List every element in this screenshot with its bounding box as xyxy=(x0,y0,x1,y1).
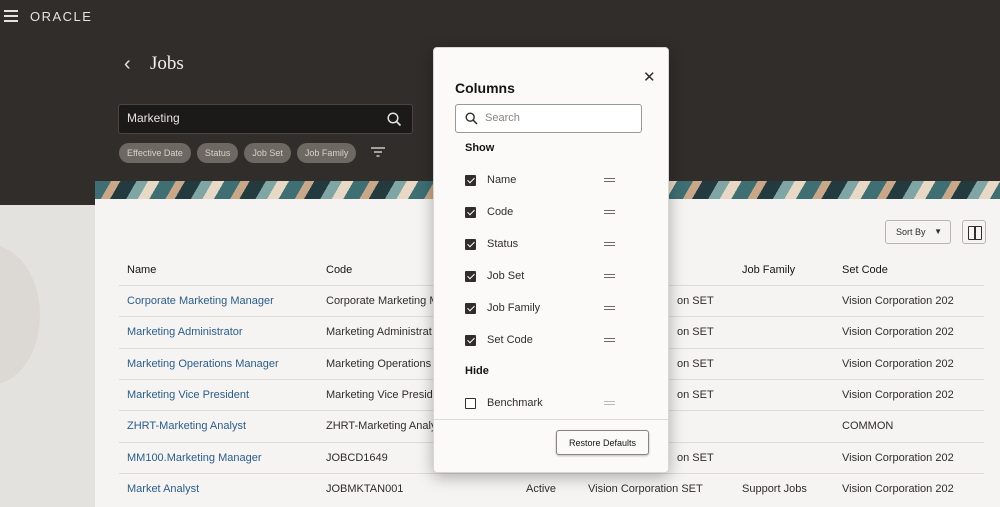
column-option-job-family[interactable]: Job Family xyxy=(465,301,645,319)
filter-chip-status[interactable]: Status xyxy=(196,143,239,163)
search-icon[interactable] xyxy=(387,112,402,127)
caret-down-icon: ▼ xyxy=(934,227,942,236)
set-code: Vision Corporation 202 xyxy=(842,389,954,401)
job-code: JOBCD1649 xyxy=(326,452,388,464)
filter-chip-job-set[interactable]: Job Set xyxy=(244,143,291,163)
drag-handle-icon xyxy=(604,401,615,405)
job-name-link[interactable]: ZHRT-Marketing Analyst xyxy=(127,420,246,432)
page-title: Jobs xyxy=(150,53,184,74)
set-code: Vision Corporation 202 xyxy=(842,326,954,338)
dialog-footer: Restore Defaults xyxy=(434,419,668,472)
job-set: on SET xyxy=(677,358,714,370)
column-option-label: Name xyxy=(487,174,517,186)
job-code: Corporate Marketing M xyxy=(326,295,439,307)
column-header-name[interactable]: Name xyxy=(127,264,156,276)
job-search-input[interactable] xyxy=(127,111,377,125)
hamburger-menu-icon[interactable] xyxy=(4,10,18,22)
job-status: Active xyxy=(526,483,556,495)
job-set: on SET xyxy=(677,452,714,464)
checkbox-unchecked[interactable] xyxy=(465,398,476,409)
job-name-link[interactable]: Corporate Marketing Manager xyxy=(127,295,274,307)
column-header-code[interactable]: Code xyxy=(326,264,352,276)
checkbox-checked[interactable] xyxy=(465,207,476,218)
drag-handle-icon[interactable] xyxy=(604,178,615,182)
drag-handle-icon[interactable] xyxy=(604,274,615,278)
column-option-label: Job Set xyxy=(487,270,525,282)
set-code: Vision Corporation 202 xyxy=(842,483,954,495)
column-option-benchmark[interactable]: Benchmark xyxy=(465,396,645,414)
job-set: Vision Corporation SET xyxy=(588,483,703,495)
column-option-set-code[interactable]: Set Code xyxy=(465,333,645,351)
checkbox-checked[interactable] xyxy=(465,239,476,250)
checkbox-checked[interactable] xyxy=(465,271,476,282)
job-search-field[interactable] xyxy=(118,104,413,134)
column-option-label: Status xyxy=(487,238,519,250)
job-name-link[interactable]: MM100.Marketing Manager xyxy=(127,452,262,464)
drag-handle-icon[interactable] xyxy=(604,338,615,342)
job-name-link[interactable]: Marketing Operations Manager xyxy=(127,358,279,370)
job-set: on SET xyxy=(677,295,714,307)
column-header-set-code[interactable]: Set Code xyxy=(842,264,888,276)
job-code: JOBMKTAN001 xyxy=(326,483,404,495)
column-header-job-family[interactable]: Job Family xyxy=(742,264,795,276)
set-code: Vision Corporation 202 xyxy=(842,358,954,370)
filter-chip-job-family[interactable]: Job Family xyxy=(296,143,357,163)
filter-icon[interactable] xyxy=(370,145,386,159)
drag-handle-icon[interactable] xyxy=(604,242,615,246)
drag-handle-icon[interactable] xyxy=(604,210,615,214)
set-code: COMMON xyxy=(842,420,894,432)
back-button[interactable]: ‹ xyxy=(124,53,131,76)
job-code: Marketing Vice Preside xyxy=(326,389,439,401)
job-family: Support Jobs xyxy=(742,483,807,495)
checkbox-checked[interactable] xyxy=(465,175,476,186)
job-code: Marketing Administrat xyxy=(326,326,432,338)
column-option-name[interactable]: Name xyxy=(465,173,645,191)
job-name-link[interactable]: Marketing Administrator xyxy=(127,326,243,338)
column-option-label: Job Family xyxy=(487,302,541,314)
column-option-job-set[interactable]: Job Set xyxy=(465,269,645,287)
column-search-field[interactable] xyxy=(455,104,642,133)
set-code: Vision Corporation 202 xyxy=(842,452,954,464)
job-name-link[interactable]: Market Analyst xyxy=(127,483,199,495)
job-set: on SET xyxy=(677,326,714,338)
column-option-label: Code xyxy=(487,206,514,218)
job-code: ZHRT-Marketing Analy xyxy=(326,420,437,432)
columns-toggle-button[interactable] xyxy=(962,220,986,244)
column-option-status[interactable]: Status xyxy=(465,237,645,255)
columns-dialog: Columns ✕ Show Name Code Status Job Set … xyxy=(433,47,669,473)
sort-by-dropdown[interactable]: Sort By ▼ xyxy=(885,220,951,244)
show-section-label: Show xyxy=(465,142,495,154)
filter-chip-effective-date[interactable]: Effective Date xyxy=(119,143,191,163)
job-code: Marketing Operations xyxy=(326,358,432,370)
restore-defaults-button[interactable]: Restore Defaults xyxy=(556,430,649,455)
table-row[interactable]: Market Analyst JOBMKTAN001 Active Vision… xyxy=(119,473,984,504)
decorative-background xyxy=(0,205,95,507)
sort-by-label: Sort By xyxy=(896,227,926,237)
job-set: on SET xyxy=(677,389,714,401)
filter-chips: Effective Date Status Job Set Job Family xyxy=(119,143,357,163)
job-name-link[interactable]: Marketing Vice President xyxy=(127,389,249,401)
close-icon[interactable]: ✕ xyxy=(643,68,656,86)
dialog-title: Columns xyxy=(455,80,515,96)
checkbox-checked[interactable] xyxy=(465,335,476,346)
column-search-input[interactable] xyxy=(485,112,625,124)
column-option-label: Benchmark xyxy=(487,397,543,409)
set-code: Vision Corporation 202 xyxy=(842,295,954,307)
drag-handle-icon[interactable] xyxy=(604,306,615,310)
checkbox-checked[interactable] xyxy=(465,303,476,314)
oracle-logo: ORACLE xyxy=(30,9,93,24)
column-option-code[interactable]: Code xyxy=(465,205,645,223)
column-option-label: Set Code xyxy=(487,334,533,346)
search-icon xyxy=(465,112,478,125)
hide-section-label: Hide xyxy=(465,365,489,377)
